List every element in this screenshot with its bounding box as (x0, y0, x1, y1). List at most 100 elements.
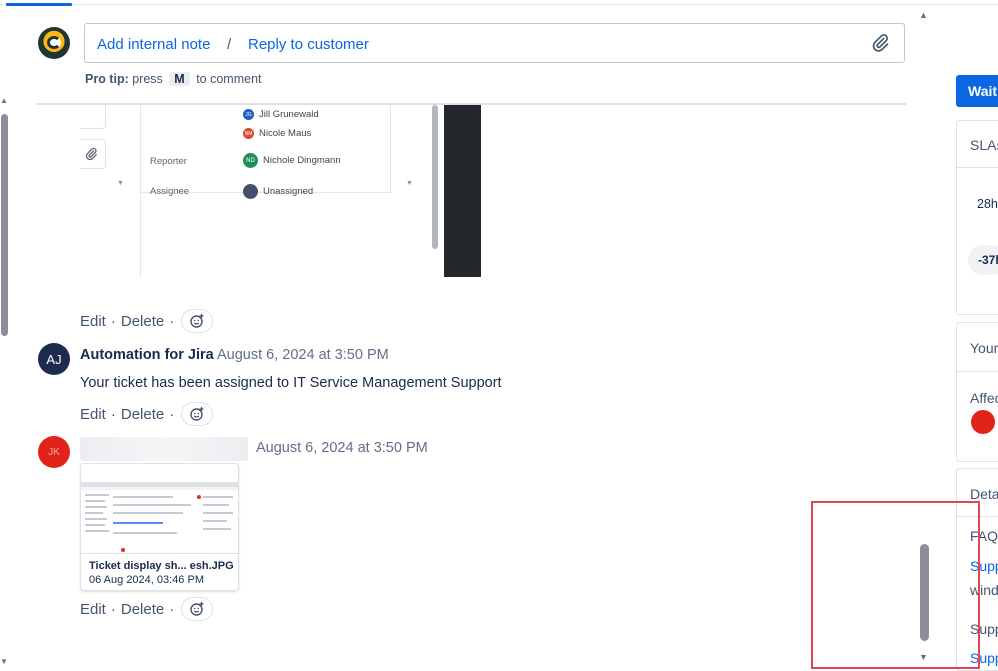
slas-card: SLAs 28h (956, 120, 998, 315)
sla-time: 28h (977, 197, 998, 211)
edit-link[interactable]: Edit (80, 601, 106, 618)
attachment-filename[interactable]: Ticket display sh... esh.JPG (89, 560, 234, 572)
affected-label: Affected (970, 390, 998, 406)
card-divider (957, 371, 998, 372)
embedded-avatar: NM (243, 128, 254, 139)
red-highlight-box (811, 501, 980, 669)
slas-title: SLAs (970, 137, 998, 153)
thumb-line (113, 512, 183, 514)
dot-separator: · (110, 405, 116, 423)
thumb-line (85, 506, 107, 508)
embedded-scrollbar (432, 105, 438, 249)
add-reaction-button[interactable] (181, 309, 214, 333)
embedded-assignee: Unassigned (243, 184, 313, 199)
comment-timestamp[interactable]: August 6, 2024 at 3:50 PM (256, 440, 428, 456)
add-reaction-button[interactable] (181, 597, 214, 621)
embedded-attach-box (80, 139, 106, 169)
embedded-dark-panel (444, 105, 481, 277)
pro-tip-label: Pro tip: (85, 72, 129, 86)
your-card: Your Affected (956, 322, 998, 462)
embedded-assignee-label: Assignee (150, 186, 190, 197)
embedded-arrow-down-icon: ▼ (117, 180, 124, 187)
comment-timestamp[interactable]: August 6, 2024 at 3:50 PM (217, 347, 389, 363)
embedded-arrow-down-icon: ▼ (406, 180, 413, 187)
pro-tip: Pro tip: press M to comment (85, 72, 262, 86)
thumb-toolbar (81, 487, 238, 490)
embedded-avatar: JG (243, 109, 254, 120)
avatar-initials: JK (48, 446, 60, 458)
redacted-author-name (80, 437, 248, 461)
edit-link[interactable]: Edit (80, 313, 106, 330)
comment-body: Your ticket has been assigned to IT Serv… (80, 375, 502, 391)
team-logo-icon (47, 36, 61, 49)
thumb-line (113, 532, 177, 534)
comment-composer[interactable]: Add internal note / Reply to customer (84, 23, 905, 63)
scroll-up-arrow-icon[interactable]: ▲ (0, 96, 8, 105)
active-tab-indicator (6, 3, 72, 6)
embedded-avatar: ND (243, 153, 258, 168)
embedded-reporter-label: Reporter (150, 156, 187, 167)
pro-tip-post: to comment (196, 72, 262, 86)
affected-user-avatar[interactable] (971, 410, 995, 434)
your-label: Your (970, 340, 998, 356)
thumb-line (85, 530, 109, 532)
attachment-card[interactable]: Ticket display sh... esh.JPG 06 Aug 2024… (80, 463, 239, 591)
embedded-assignee-1-name: Jill Grunewald (259, 109, 319, 120)
thumb-link (113, 522, 163, 524)
avatar: JK (38, 436, 70, 468)
status-button[interactable]: Waiting (956, 75, 998, 107)
dot-separator: · (169, 312, 175, 330)
attachment-date: 06 Aug 2024, 03:46 PM (89, 574, 204, 586)
reply-to-customer-link[interactable]: Reply to customer (248, 36, 369, 53)
page-scrollbar[interactable]: ▲ ▼ (0, 96, 10, 666)
thumb-line (85, 512, 103, 514)
thumb-line (113, 504, 191, 506)
thumb-line (203, 520, 227, 522)
paperclip-icon[interactable] (870, 33, 890, 53)
scroll-down-arrow-icon[interactable]: ▼ (0, 657, 8, 666)
thumb-line (203, 512, 233, 514)
delete-link[interactable]: Delete (121, 406, 164, 423)
add-reaction-button[interactable] (181, 402, 214, 426)
add-internal-note-link[interactable]: Add internal note (97, 36, 210, 53)
thumb-line (85, 524, 105, 526)
embedded-assignee-value: Unassigned (263, 186, 314, 197)
embedded-reporter-name: Nichole Dingmann (263, 155, 341, 166)
edit-link[interactable]: Edit (80, 406, 106, 423)
thumb-status-dot (121, 548, 125, 552)
embedded-avatar (243, 184, 258, 199)
thumb-line (85, 500, 105, 502)
current-user-avatar (38, 27, 70, 59)
thumb-line (203, 528, 231, 530)
thumb-line (203, 496, 233, 498)
delete-link[interactable]: Delete (121, 313, 164, 330)
embedded-reporter: ND Nichole Dingmann (243, 153, 341, 168)
paperclip-icon (85, 147, 97, 161)
scroll-up-arrow-icon[interactable]: ▲ (919, 10, 928, 20)
delete-link[interactable]: Delete (121, 601, 164, 618)
details-label: Details (970, 486, 998, 502)
add-reaction-icon (190, 314, 204, 328)
sla-pill: -37h (968, 245, 998, 275)
comment-author[interactable]: Automation for Jira (80, 347, 214, 363)
embedded-details-panel: JG Jill Grunewald NM Nicole Maus (141, 105, 391, 193)
comment-actions: Edit · Delete · (80, 402, 214, 426)
thumb-status-dot (197, 495, 201, 499)
dot-separator: · (169, 600, 175, 618)
comment-actions: Edit · Delete · (80, 309, 214, 333)
page-scrollbar-thumb[interactable] (1, 114, 8, 336)
embedded-assignee-2: NM Nicole Maus (243, 128, 311, 139)
card-divider (957, 167, 998, 168)
embedded-box (80, 105, 106, 129)
embedded-assignee-1: JG Jill Grunewald (243, 109, 319, 120)
thumb-line (85, 494, 109, 496)
ticket-activity-page: ▲ ▼ Add internal note / Reply to custome… (0, 0, 998, 671)
attachment-thumbnail[interactable] (81, 482, 238, 554)
composer-separator: / (227, 36, 232, 53)
pro-tip-pre: press (132, 72, 163, 86)
thumb-line (113, 496, 173, 498)
thumb-line (85, 518, 107, 520)
embedded-screenshot[interactable]: ▼ JG Jill Grunewald NM Nicole Maus Repor… (80, 105, 481, 277)
add-reaction-icon (190, 602, 204, 616)
top-divider (0, 4, 998, 5)
